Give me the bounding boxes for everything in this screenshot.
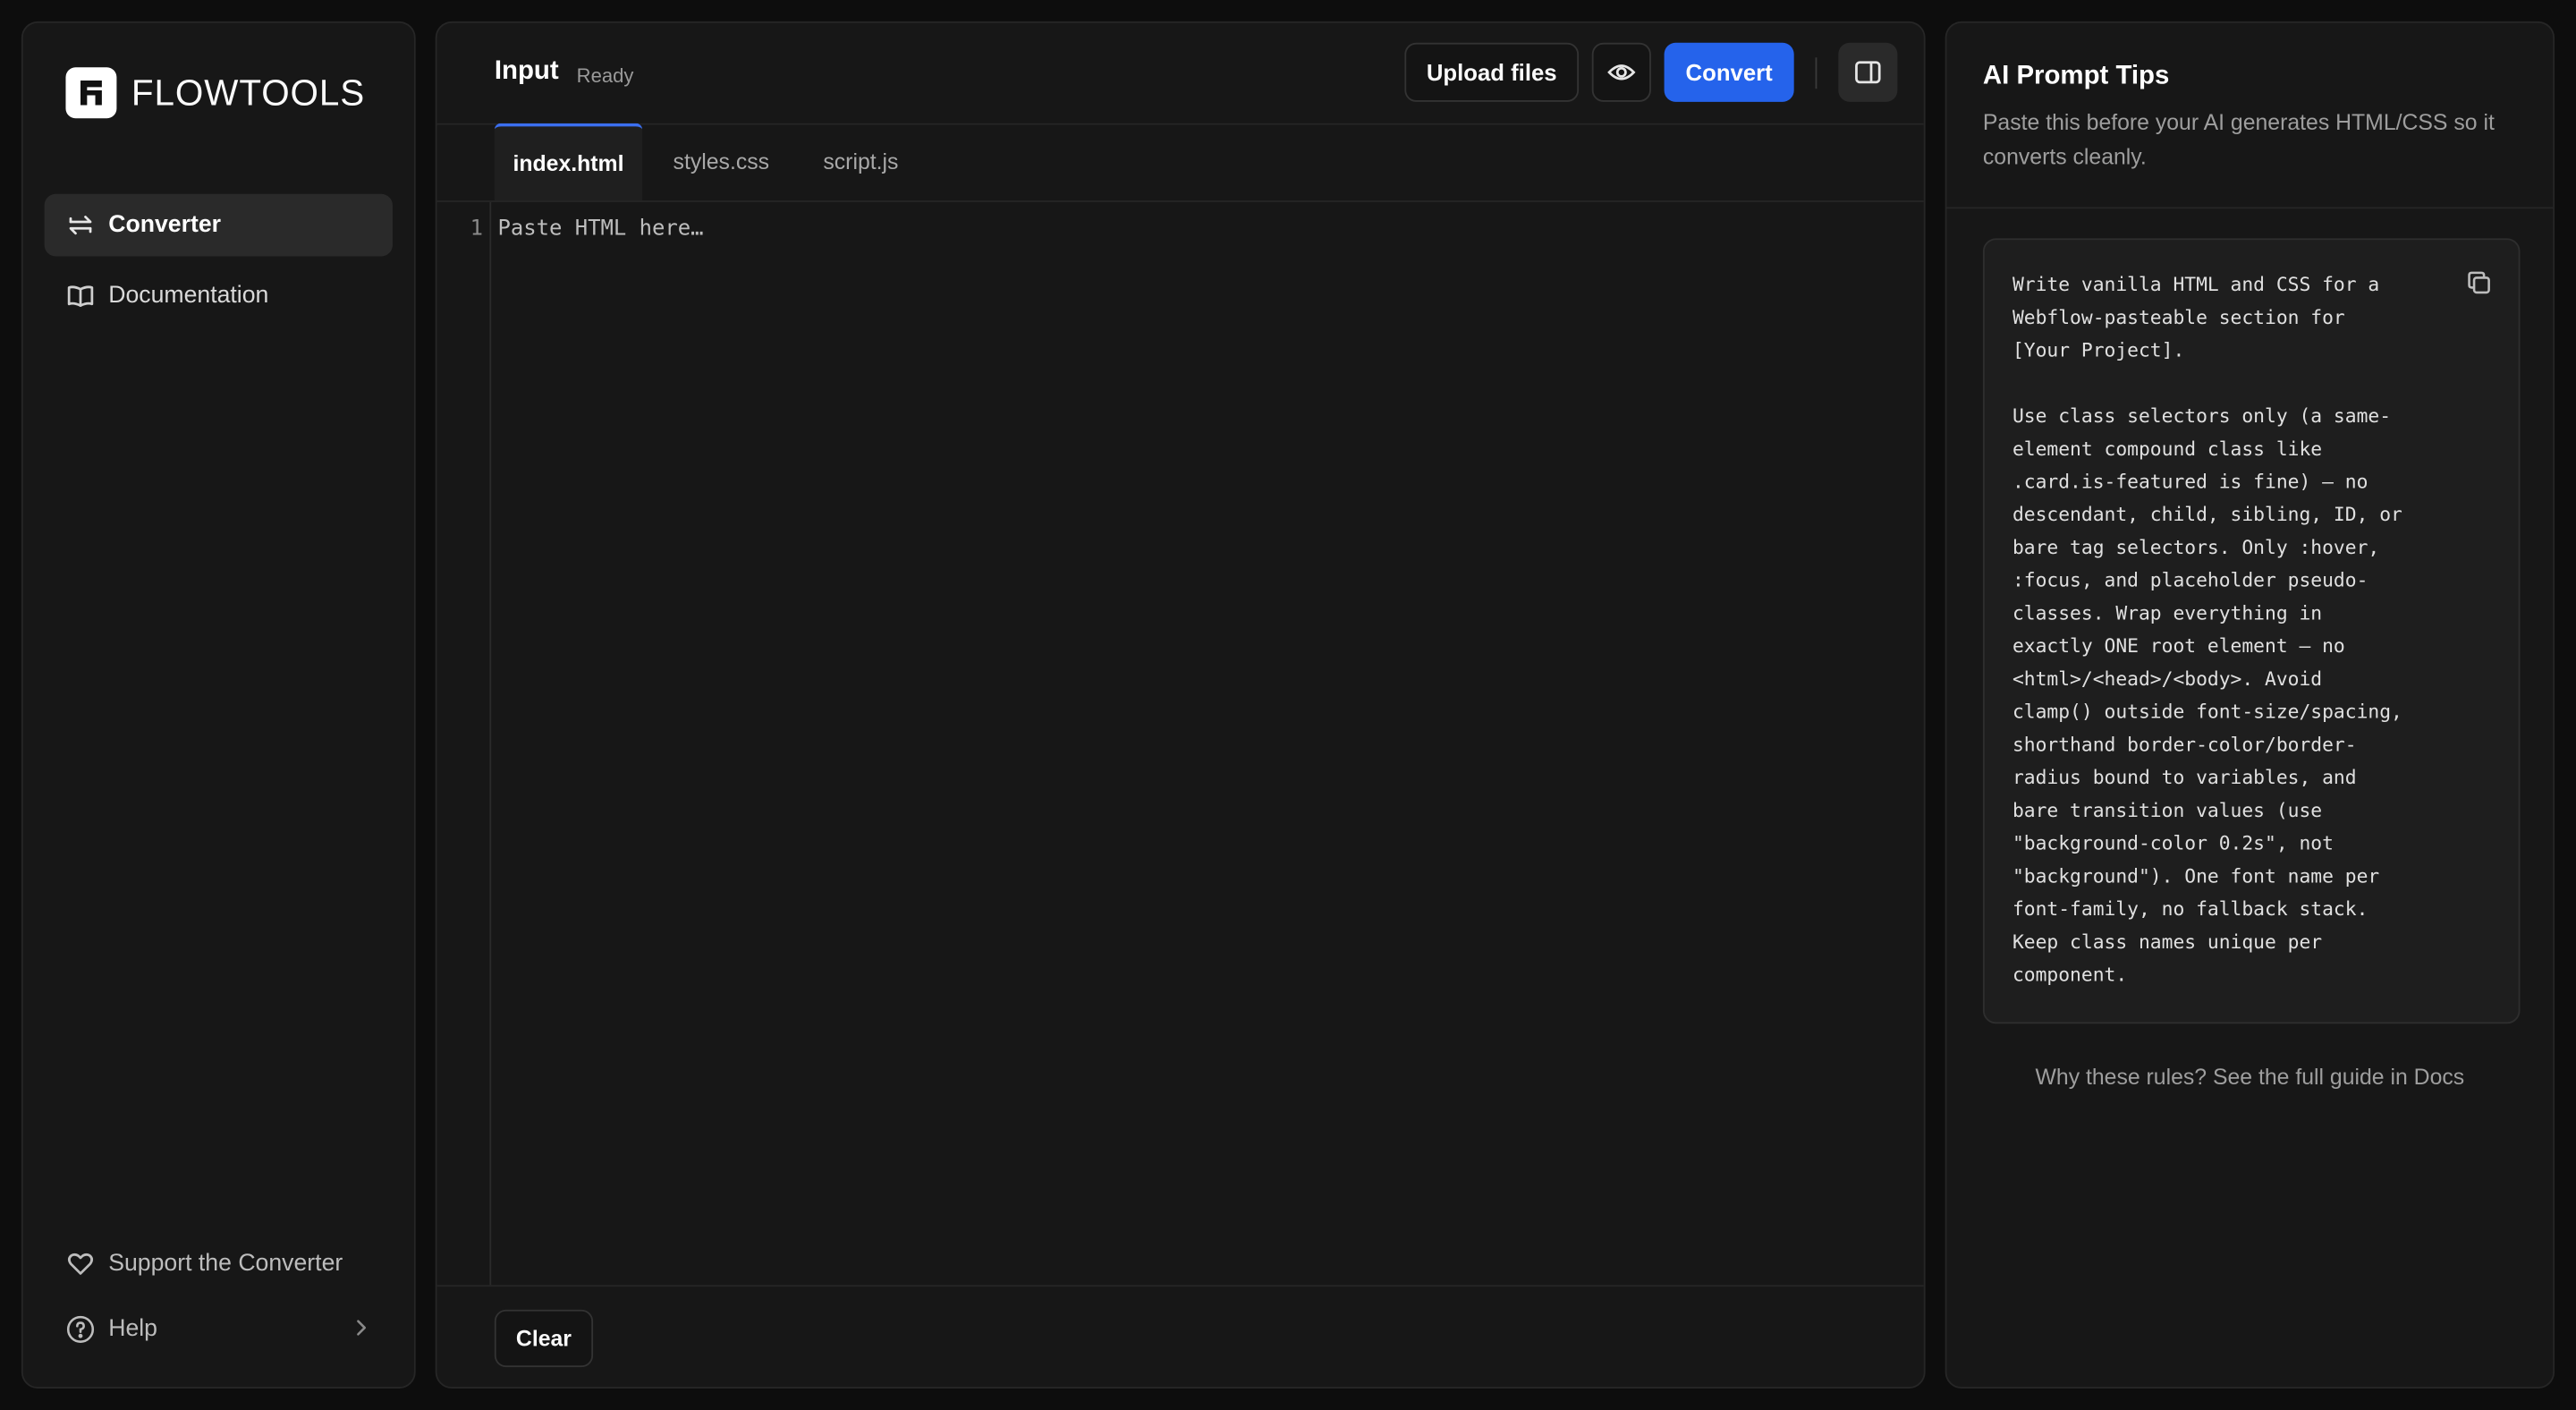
preview-button[interactable] [1591,42,1651,102]
editor-title: Input [494,57,559,86]
tips-subtitle: Paste this before your AI generates HTML… [1982,110,2495,170]
docs-guide-link[interactable]: Why these rules? See the full guide in D… [1946,1065,2553,1090]
line-number: 1 [470,217,483,242]
editor-footer: Clear [436,1285,1924,1387]
prompt-text[interactable]: Write vanilla HTML and CSS for a Webflow… [2012,268,2456,990]
copy-icon[interactable] [2464,268,2494,297]
sidebar-item-support[interactable]: Support the Converter [45,1233,393,1295]
tab-script-js[interactable]: script.js [801,123,919,200]
sidebar-item-label: Documentation [108,282,269,310]
upload-files-button[interactable]: Upload files [1404,42,1580,102]
html-input[interactable] [497,211,1911,1269]
sidebar-item-label: Converter [108,211,222,239]
panel-right-icon [1855,61,1881,84]
brand-logo[interactable]: FLOWTOOLS [65,67,366,119]
sidebar-item-label: Help [108,1316,158,1343]
logo-icon [65,67,117,119]
question-circle-icon [65,1314,95,1344]
tips-header: AI Prompt Tips Paste this before your AI… [1946,23,2554,209]
brand-name: FLOWTOOLS [131,71,366,113]
arrows-swap-icon [65,210,95,240]
editor-panel: Input Ready Upload files Convert index.h… [435,21,1926,1389]
ai-prompt-tips-panel: AI Prompt Tips Paste this before your AI… [1945,21,2555,1389]
sidebar-item-label: Support the Converter [108,1250,343,1278]
sidebar-item-help[interactable]: Help [45,1298,393,1361]
file-tabs: index.html styles.css script.js [436,123,1924,202]
heart-icon [65,1249,95,1278]
sidebar: FLOWTOOLS Converter Documentation Suppor… [21,21,416,1389]
tips-title: AI Prompt Tips [1982,62,2170,91]
line-gutter: 1 [437,201,492,1286]
divider [1815,57,1818,89]
sidebar-item-documentation[interactable]: Documentation [45,265,393,327]
book-icon [65,281,95,310]
editor-header: Input Ready Upload files Convert [436,23,1924,125]
tab-index-html[interactable]: index.html [494,123,643,201]
clear-button[interactable]: Clear [494,1309,594,1368]
code-editor: 1 [437,201,1924,1286]
prompt-box: Write vanilla HTML and CSS for a Webflow… [1982,238,2521,1024]
sidebar-item-converter[interactable]: Converter [44,193,393,257]
tab-styles-css[interactable]: styles.css [650,123,792,200]
toggle-panel-button[interactable] [1838,42,1898,102]
eye-icon [1607,64,1636,81]
status-badge: Ready [576,64,634,88]
convert-button[interactable]: Convert [1664,42,1794,102]
chevron-right-icon [353,1316,369,1346]
